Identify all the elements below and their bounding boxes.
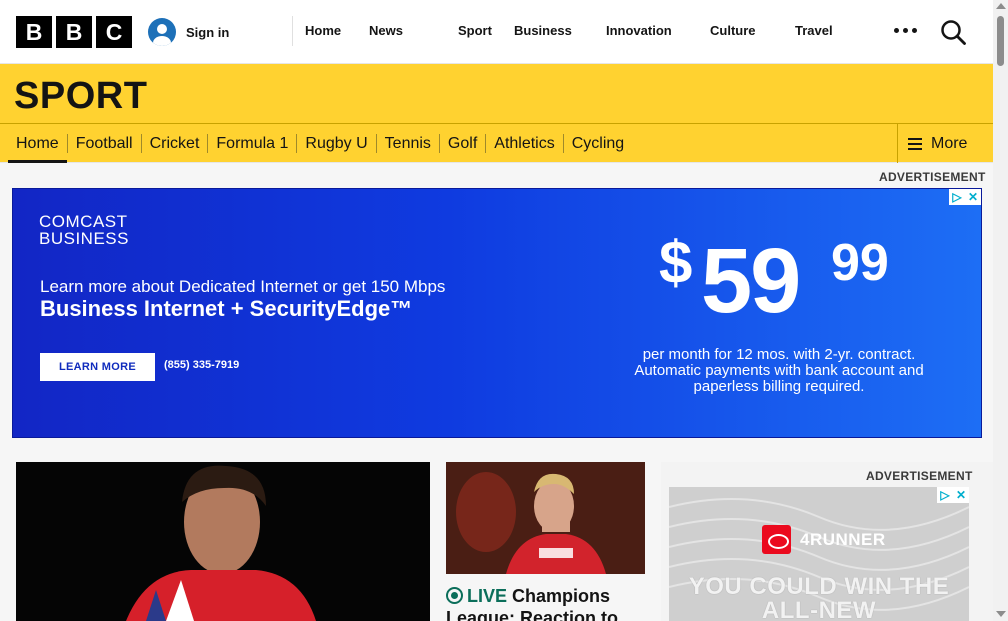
toyota-brand: 4RUNNER	[762, 525, 886, 554]
global-nav: Home News Sport Business Innovation Cult…	[292, 16, 855, 46]
subnav-home[interactable]: Home	[8, 134, 67, 164]
ad-brand-name: 4RUNNER	[800, 529, 886, 549]
ad-line2: Business Internet + SecurityEdge™	[40, 296, 413, 321]
logo-letter-b1: B	[16, 16, 52, 48]
more-label: More	[931, 134, 968, 152]
section-title[interactable]: SPORT	[14, 75, 147, 118]
scroll-up-arrow-icon[interactable]	[996, 3, 1006, 9]
ellipsis-icon[interactable]	[894, 28, 917, 33]
advertisement-label: ADVERTISEMENT	[866, 469, 973, 483]
subnav-cricket[interactable]: Cricket	[140, 134, 208, 153]
subnav-rugby-union[interactable]: Rugby U	[296, 134, 375, 153]
hero-story-image[interactable]	[16, 462, 430, 621]
subnav-cycling[interactable]: Cycling	[562, 134, 632, 153]
learn-more-button[interactable]: LEARN MORE	[40, 353, 155, 381]
side-ad[interactable]: ▷ ✕ 4RUNNER YOU COULD WIN THE ALL-NEW	[669, 487, 969, 621]
ad-phone: (855) 335-7919	[164, 359, 240, 371]
search-icon[interactable]	[940, 19, 966, 45]
nav-home[interactable]: Home	[293, 16, 369, 46]
signin-button[interactable]: Sign in	[148, 18, 229, 46]
nav-sport[interactable]: Sport	[458, 16, 514, 46]
subnav-golf[interactable]: Golf	[438, 134, 485, 153]
close-icon[interactable]: ✕	[953, 487, 969, 503]
global-header: B B C Sign in Home News Sport Business I…	[0, 0, 993, 64]
live-label: LIVE	[467, 586, 508, 606]
scroll-down-arrow-icon[interactable]	[996, 611, 1006, 617]
scroll-thumb[interactable]	[997, 16, 1004, 66]
bbc-logo[interactable]: B B C	[16, 16, 132, 48]
ad-brand: COMCAST BUSINESS	[39, 212, 129, 248]
close-icon[interactable]: ✕	[965, 189, 981, 205]
scrollbar[interactable]	[993, 0, 1008, 621]
nav-culture[interactable]: Culture	[710, 16, 795, 46]
menu-icon	[908, 137, 922, 150]
ad-headline: YOU COULD WIN THE ALL-NEW	[688, 573, 950, 621]
logo-letter-b2: B	[56, 16, 92, 48]
ad-line1: Learn more about Dedicated Internet or g…	[40, 277, 446, 296]
subnav-formula-1[interactable]: Formula 1	[207, 134, 296, 153]
sport-subnav: Home Football Cricket Formula 1 Rugby U …	[0, 124, 993, 164]
subnav-more-button[interactable]: More	[897, 124, 993, 163]
logo-letter-c: C	[96, 16, 132, 48]
subnav-tennis[interactable]: Tennis	[375, 134, 439, 153]
ad-price: $ 59 99	[659, 229, 889, 332]
nav-news[interactable]: News	[369, 16, 458, 46]
story-headline[interactable]: LIVE Champions League: Reaction to	[446, 585, 645, 621]
user-icon	[148, 18, 176, 46]
subnav-athletics[interactable]: Athletics	[485, 134, 562, 153]
nav-travel[interactable]: Travel	[795, 16, 855, 46]
player-photo	[16, 462, 430, 621]
ad-choices[interactable]: ▷ ✕	[949, 189, 981, 205]
advertisement-label: ADVERTISEMENT	[879, 170, 986, 184]
adchoices-icon[interactable]: ▷	[937, 487, 953, 503]
section-header: SPORT	[0, 64, 993, 124]
subnav-football[interactable]: Football	[66, 134, 141, 153]
signin-label: Sign in	[186, 24, 230, 40]
player-photo	[446, 462, 645, 574]
adchoices-icon[interactable]: ▷	[949, 189, 965, 205]
ad-choices[interactable]: ▷ ✕	[937, 487, 969, 503]
live-icon	[446, 587, 463, 604]
banner-ad[interactable]: ▷ ✕ COMCAST BUSINESS Learn more about De…	[12, 188, 982, 438]
toyota-logo-icon	[762, 525, 791, 554]
page: B B C Sign in Home News Sport Business I…	[0, 0, 993, 621]
nav-business[interactable]: Business	[514, 16, 606, 46]
story-image[interactable]	[446, 462, 645, 574]
ad-fine-print: per month for 12 mos. with 2-yr. contrac…	[634, 346, 924, 395]
nav-innovation[interactable]: Innovation	[606, 16, 710, 46]
